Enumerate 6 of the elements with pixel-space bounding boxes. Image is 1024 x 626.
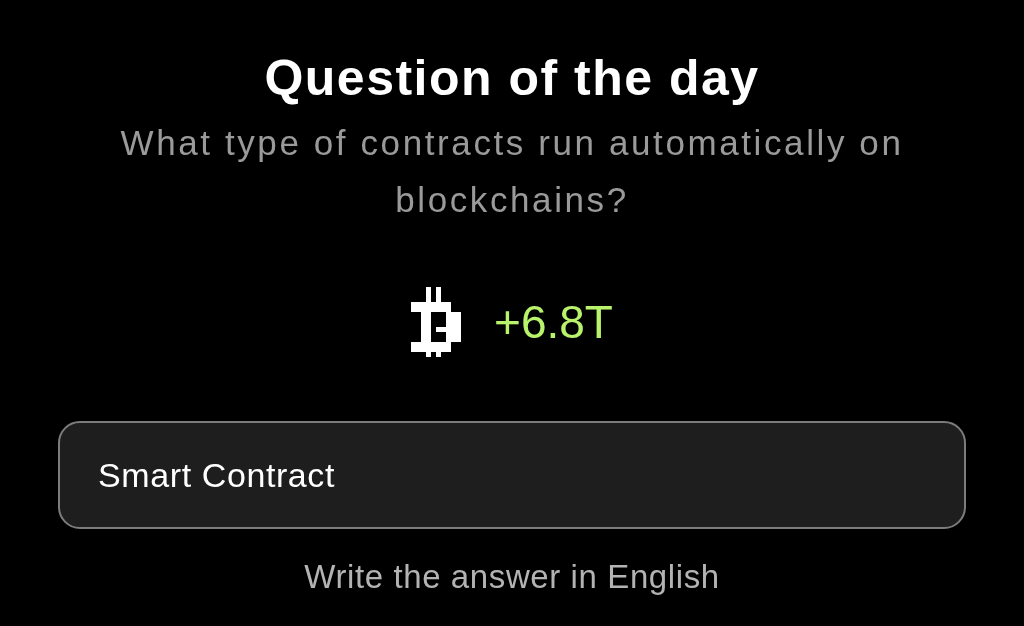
hint-text: Write the answer in English <box>304 557 720 597</box>
answer-field[interactable]: Smart Contract <box>58 421 966 529</box>
question-text: What type of contracts run automatically on blockchains? <box>119 122 905 221</box>
page-title: Question of the day <box>264 49 760 108</box>
reward-amount: +6.8T <box>494 299 613 345</box>
pixel-coin-icon <box>411 287 462 357</box>
